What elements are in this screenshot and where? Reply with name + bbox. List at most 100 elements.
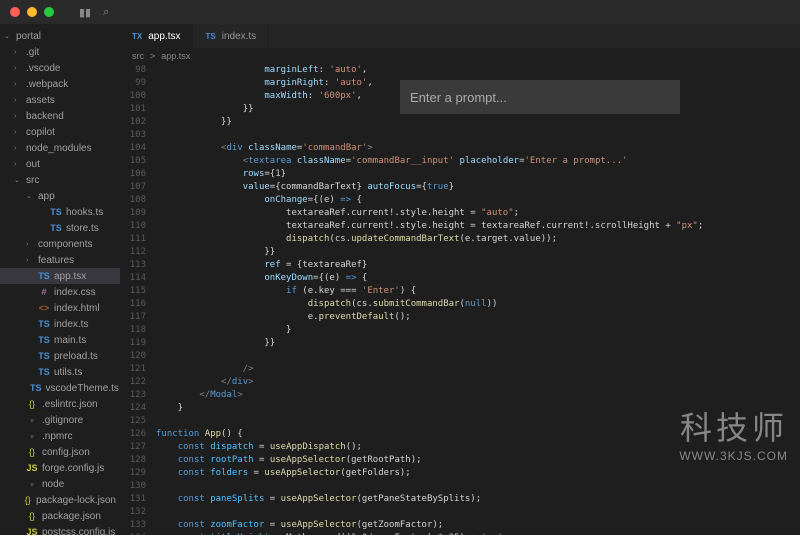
close-window-button[interactable] [10,7,20,17]
code-content[interactable]: marginLeft: 'auto', marginRight: 'auto',… [156,64,800,535]
tree-item-label: .webpack [26,79,68,90]
folder-item[interactable]: ⌄ portal [0,28,120,44]
tree-item-label: package.json [42,511,101,522]
chevron-right-icon: › [14,97,22,104]
file-item[interactable]: TSindex.ts [0,316,120,332]
chevron-right-icon: › [14,161,22,168]
chevron-down-icon: ⌄ [14,176,22,184]
folder-item[interactable]: › backend [0,108,120,124]
file-item[interactable]: ▫.gitignore [0,412,120,428]
chevron-right-icon: › [14,129,22,136]
chevron-down-icon: ⌄ [4,32,12,40]
file-item[interactable]: {}package-lock.json [0,492,120,508]
search-icon[interactable]: ⌕ [103,6,109,19]
file-item[interactable]: {}config.json [0,444,120,460]
folder-item[interactable]: ⌄ app [0,188,120,204]
tree-item-label: node [42,479,64,490]
chevron-right-icon: › [14,113,22,120]
chevron-down-icon: ⌄ [26,192,34,200]
file-item[interactable]: TSvscodeTheme.ts [0,380,120,396]
tree-item-label: forge.config.js [42,463,104,474]
folder-item[interactable]: › features [0,252,120,268]
tree-item-label: config.json [42,447,90,458]
folder-item[interactable]: ⌄ src [0,172,120,188]
file-item[interactable]: TSmain.ts [0,332,120,348]
folder-item[interactable]: › .vscode [0,60,120,76]
file-item[interactable]: JSforge.config.js [0,460,120,476]
line-gutter: 98 99 100 101 102 103 104 105 106 107 10… [120,64,156,535]
chevron-right-icon: › [26,257,34,264]
folder-item[interactable]: › node_modules [0,140,120,156]
folder-item[interactable]: › copilot [0,124,120,140]
chevron-right-icon: › [14,145,22,152]
tree-item-label: index.css [54,287,96,298]
folder-item[interactable]: › components [0,236,120,252]
folder-item[interactable]: › assets [0,92,120,108]
tree-item-label: .gitignore [42,415,83,426]
tree-item-label: app.tsx [54,271,86,282]
tree-item-label: store.ts [66,223,99,234]
chevron-right-icon: › [14,81,22,88]
tree-item-label: preload.ts [54,351,98,362]
chevron-right-icon: › [14,49,22,56]
file-item[interactable]: TSutils.ts [0,364,120,380]
folder-item[interactable]: › .git [0,44,120,60]
tree-item-label: .eslintrc.json [42,399,98,410]
breadcrumb[interactable]: src > app.tsx [120,48,800,64]
file-item[interactable]: #index.css [0,284,120,300]
tab-bar: TX app.tsx TS index.ts [120,24,800,48]
file-explorer[interactable]: ⌄ portal › .git › .vscode › .webpack › assets › bac… [0,24,120,535]
tree-item-label: hooks.ts [66,207,103,218]
zoom-window-button[interactable] [44,7,54,17]
breadcrumb-segment[interactable]: src [132,51,144,61]
breadcrumb-segment[interactable]: app.tsx [161,51,190,61]
tree-item-label: assets [26,95,55,106]
editor-pane: TX app.tsx TS index.ts src > app.tsx 98 99 … [120,24,800,535]
file-item[interactable]: TSapp.tsx [0,268,120,284]
command-bar-input[interactable] [410,90,670,105]
tab-app-tsx[interactable]: TX app.tsx [120,24,193,48]
file-item[interactable]: {}package.json [0,508,120,524]
tab-index-ts[interactable]: TS index.ts [193,24,269,48]
tree-item-label: .npmrc [42,431,73,442]
tree-item-label: .vscode [26,63,60,74]
tree-item-label: index.html [54,303,100,314]
tree-item-label: index.ts [54,319,88,330]
file-item[interactable]: ▫node [0,476,120,492]
file-item[interactable]: TSstore.ts [0,220,120,236]
folder-item[interactable]: › out [0,156,120,172]
tab-label: index.ts [222,31,256,42]
tree-item-label: app [38,191,55,202]
tree-item-label: components [38,239,92,250]
file-type-icon: TX [132,32,142,41]
tree-item-label: portal [16,31,41,42]
chevron-right-icon: › [26,241,34,248]
file-item[interactable]: {}.eslintrc.json [0,396,120,412]
titlebar: ▮▮ ⌕ [0,0,800,24]
tree-item-label: vscodeTheme.ts [46,383,119,394]
chevron-right-icon: > [150,51,155,61]
tree-item-label: node_modules [26,143,92,154]
file-item[interactable]: <>index.html [0,300,120,316]
tree-item-label: out [26,159,40,170]
tree-item-label: copilot [26,127,55,138]
tree-item-label: backend [26,111,64,122]
file-item[interactable]: JSpostcss.config.js [0,524,120,535]
tab-label: app.tsx [148,31,180,42]
file-type-icon: TS [205,32,215,41]
folder-item[interactable]: › .webpack [0,76,120,92]
files-icon[interactable]: ▮▮ [79,6,91,19]
tree-item-label: package-lock.json [36,495,116,506]
code-editor[interactable]: 98 99 100 101 102 103 104 105 106 107 10… [120,64,800,535]
tree-item-label: utils.ts [54,367,82,378]
tree-item-label: features [38,255,74,266]
file-item[interactable]: ▫.npmrc [0,428,120,444]
command-bar[interactable] [400,80,680,114]
tree-item-label: .git [26,47,39,58]
file-item[interactable]: TSpreload.ts [0,348,120,364]
minimize-window-button[interactable] [27,7,37,17]
tree-item-label: src [26,175,39,186]
file-item[interactable]: TShooks.ts [0,204,120,220]
chevron-right-icon: › [14,65,22,72]
tree-item-label: postcss.config.js [42,527,115,535]
